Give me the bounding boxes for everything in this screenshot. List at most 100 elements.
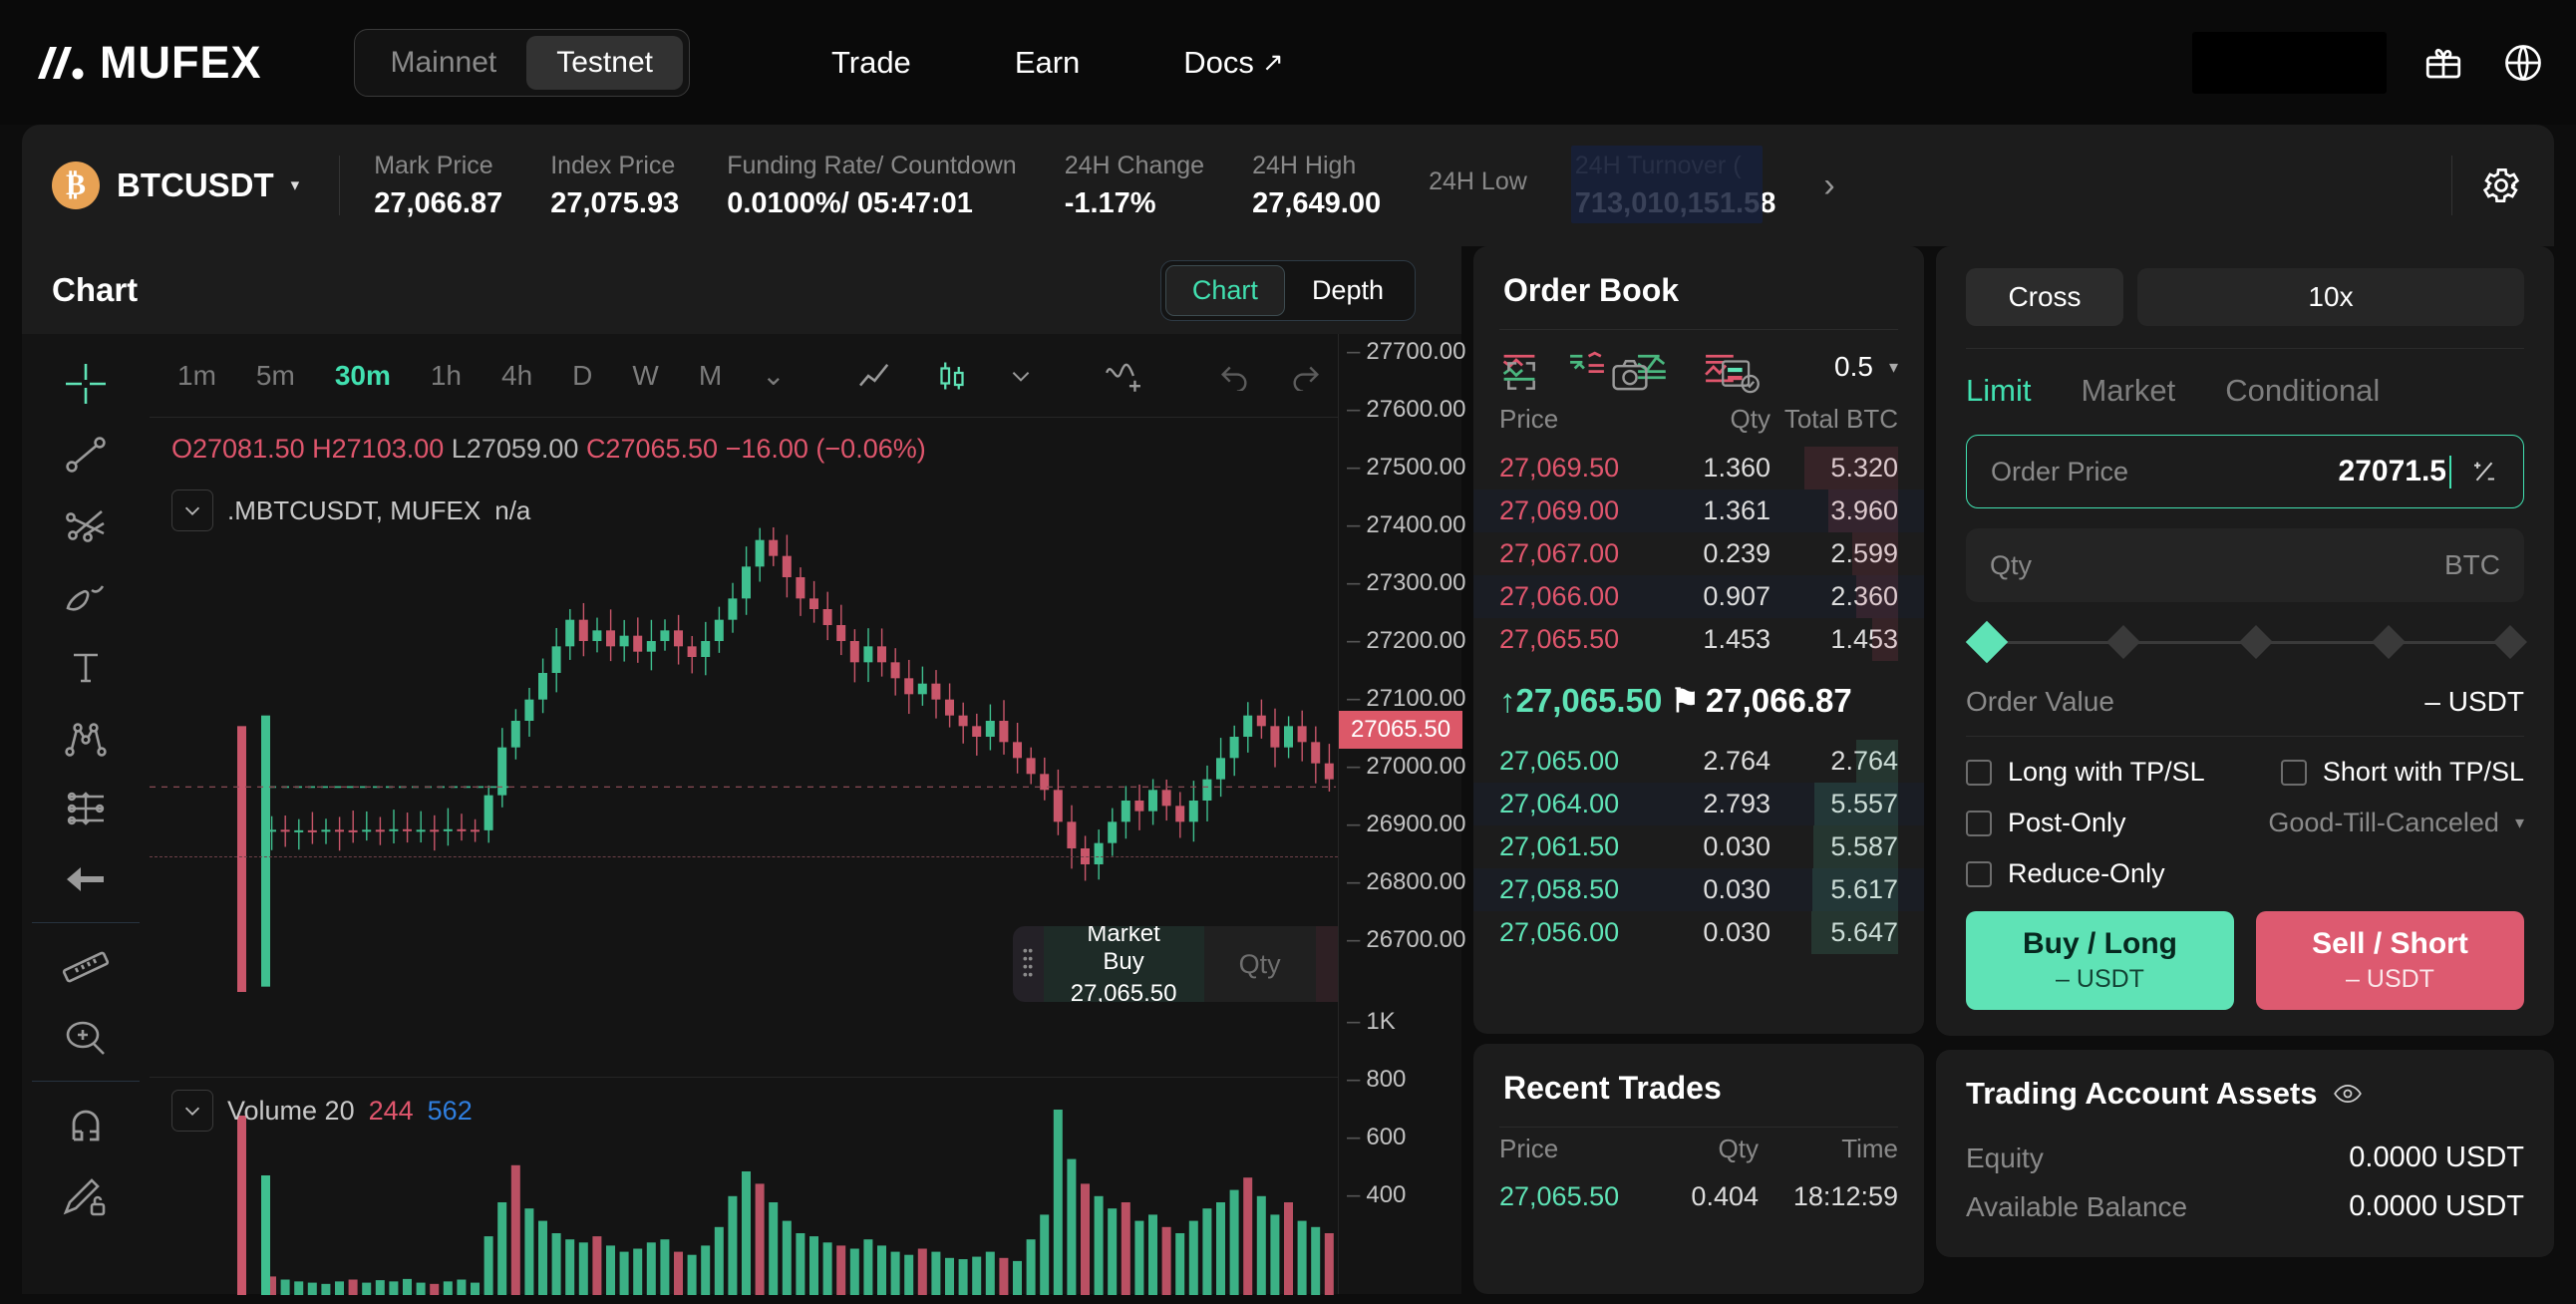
eye-icon[interactable] [2334,1083,2362,1105]
brush-icon[interactable] [40,560,132,631]
timeframe-1m[interactable]: 1m [158,360,236,392]
order-book-row[interactable]: 27,066.000.9072.360 [1473,575,1924,618]
fullscreen-icon[interactable] [1483,357,1559,395]
checkbox-short-tpsl[interactable]: Short with TP/SL [2281,757,2524,788]
order-book-row[interactable]: 27,064.002.7935.557 [1473,783,1924,825]
slider-knob-1[interactable] [2106,625,2140,659]
timeframe-1h[interactable]: 1h [411,360,482,392]
nav-link-trade[interactable]: Trade [780,45,963,81]
timeframe-30m[interactable]: 30m [315,360,411,392]
ob-qty: 0.030 [1653,874,1771,905]
network-option-testnet[interactable]: Testnet [526,36,683,90]
timeframe-5m[interactable]: 5m [236,360,315,392]
market-buy-label: Market Buy [1070,926,1178,976]
chart-market-buy-button[interactable]: Market Buy 27,065.50 [1044,926,1204,1002]
leverage-button[interactable]: 10x [2137,268,2524,326]
line-chart-icon[interactable] [837,360,915,392]
symbol-selector[interactable]: ₿ BTCUSDT ▾ [52,162,339,209]
chart-qty-input[interactable]: Qty [1204,926,1316,1002]
order-price-input[interactable]: Order Price 27071.5 [1966,435,2524,508]
checkbox-long-tpsl[interactable]: Long with TP/SL [1966,757,2205,788]
qty-percent-slider[interactable] [1966,622,2524,662]
symbol-name: BTCUSDT [117,166,274,204]
ticker-settings-group [2431,156,2524,215]
order-book-row[interactable]: 27,069.501.3605.320 [1473,447,1924,489]
column-total: Total BTC [1771,404,1898,435]
timeframe-m[interactable]: M [679,360,742,392]
timeframe-4h[interactable]: 4h [482,360,552,392]
order-value-label: Order Value [1966,686,2114,718]
order-book-row[interactable]: 27,065.501.4531.453 [1473,618,1924,661]
checkbox-label: Short with TP/SL [2323,757,2524,788]
chevron-down-icon[interactable] [171,489,213,531]
nav-link-docs[interactable]: Docs ↗ [1131,45,1335,81]
timeframe-d[interactable]: D [552,360,612,392]
order-book-row[interactable]: 27,058.500.0305.617 [1473,868,1924,911]
order-book-row[interactable]: 27,069.001.3613.960 [1473,489,1924,532]
sell-short-button[interactable]: Sell / Short – USDT [2256,911,2524,1010]
globe-icon[interactable] [2500,40,2546,86]
long-position-icon[interactable] [40,773,132,843]
order-book-row[interactable]: 27,065.002.7642.764 [1473,740,1924,783]
timeframe-more-chevron-down-icon[interactable]: ⌄ [742,359,805,392]
stat-label: Mark Price [374,152,502,180]
volume-label: Volume 20 [227,1096,355,1127]
undo-icon[interactable] [1198,361,1270,391]
gear-icon[interactable] [2478,163,2524,208]
gift-icon[interactable] [2420,40,2466,86]
arrow-icon[interactable] [40,843,132,914]
indicator-icon[interactable] [1085,358,1166,394]
order-book-grouping-select[interactable]: 0.5 ▾ [1834,351,1898,383]
text-icon[interactable] [40,631,132,702]
recent-trades-columns: Price Qty Time [1473,1128,1924,1174]
trend-line-icon[interactable] [40,419,132,489]
time-in-force-select[interactable]: Good-Till-Canceled ▾ [2268,808,2524,838]
checkbox-post-only[interactable]: Post-Only [1966,808,2126,838]
market-buy-sell-widget[interactable]: Market Buy 27,065.50 Qty Market Sell 27,… [1013,926,1338,1002]
redo-icon[interactable] [1270,361,1342,391]
slider-knob-2[interactable] [2239,625,2273,659]
margin-mode-button[interactable]: Cross [1966,268,2123,326]
nav-link-earn[interactable]: Earn [963,45,1131,81]
ruler-icon[interactable] [40,931,132,1002]
ticker-next-arrow-icon[interactable]: › [1823,166,1856,205]
asset-row-equity: Equity 0.0000 USDT [1966,1134,2524,1182]
brand-logo[interactable]: MUFEX [34,37,262,89]
network-option-mainnet[interactable]: Mainnet [361,36,527,90]
tab-limit[interactable]: Limit [1966,373,2031,409]
volume-pane[interactable]: Volume 20 244 562 [150,1077,1338,1294]
magnet-icon[interactable] [40,1090,132,1160]
price-tick: 27300.00 [1347,569,1465,597]
price-axis[interactable]: 27700.00 27600.00 27500.00 27400.00 2730… [1338,334,1461,1294]
lock-drawings-icon[interactable] [40,1160,132,1231]
zoom-in-icon[interactable] [40,1002,132,1073]
qty-input[interactable]: Qty BTC [1966,528,2524,602]
crosshair-icon[interactable] [40,348,132,419]
checkbox-reduce-only[interactable]: Reduce-Only [1966,858,2165,889]
tab-market[interactable]: Market [2081,373,2175,409]
order-book-row[interactable]: 27,061.500.0305.587 [1473,825,1924,868]
tab-conditional[interactable]: Conditional [2225,373,2380,409]
timeframe-w[interactable]: W [612,360,678,392]
price-chart-plot[interactable]: O27081.50 H27103.00 L27059.00 C27065.50 … [150,418,1338,1077]
chevron-down-icon: ▾ [1889,357,1898,378]
chart-type-chevron-down-icon[interactable] [989,363,1053,389]
buy-long-button[interactable]: Buy / Long – USDT [1966,911,2234,1010]
fib-fork-icon[interactable] [40,489,132,560]
trading-panel-icon[interactable] [1701,358,1780,394]
plus-minus-icon[interactable] [2469,457,2499,487]
slider-knob-4[interactable] [2493,625,2527,659]
pattern-icon[interactable] [40,702,132,773]
chart-market-sell-button[interactable]: Market Sell 27,065.00 [1316,926,1338,1002]
drag-handle-icon[interactable] [1013,926,1044,1002]
tab-chart[interactable]: Chart [1165,265,1285,316]
slider-knob-0[interactable] [1966,621,2008,663]
candlestick-icon[interactable] [915,358,989,394]
tab-depth[interactable]: Depth [1285,265,1411,316]
chevron-down-icon[interactable] [171,1090,213,1132]
camera-icon[interactable] [1591,358,1669,394]
slider-knob-3[interactable] [2372,625,2406,659]
order-book-row[interactable]: 27,067.000.2392.599 [1473,532,1924,575]
ohlc-low: L27059.00 [452,434,579,464]
order-book-row[interactable]: 27,056.000.0305.647 [1473,911,1924,954]
